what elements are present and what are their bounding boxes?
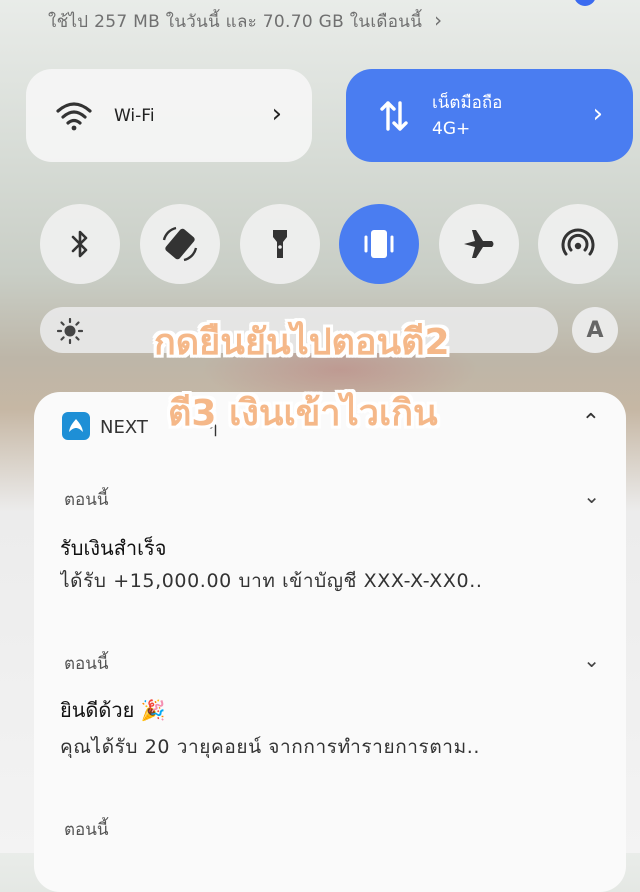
hotspot-icon bbox=[561, 228, 595, 256]
mobile-data-label: เน็ตมือถือ bbox=[432, 92, 503, 113]
flashlight-icon bbox=[273, 230, 287, 258]
wifi-label: Wi-Fi bbox=[114, 105, 155, 126]
network-type-label: 4G+ bbox=[432, 118, 471, 139]
auto-rotate-toggle[interactable] bbox=[140, 204, 220, 284]
wifi-icon bbox=[52, 94, 96, 138]
notification-title[interactable]: รับเงินสำเร็จ bbox=[60, 532, 166, 564]
auto-brightness-button[interactable]: A bbox=[572, 307, 618, 353]
overlay-caption-line1: กดยืนยันไปตอนตี2 bbox=[154, 322, 450, 363]
chevron-right-icon[interactable]: › bbox=[593, 99, 603, 129]
sun-icon bbox=[57, 318, 83, 344]
chevron-up-icon[interactable]: ⌃ bbox=[582, 410, 600, 435]
hotspot-toggle[interactable] bbox=[538, 204, 618, 284]
app-logo-icon bbox=[62, 412, 90, 440]
notification-time: ตอนนี้ bbox=[64, 490, 109, 510]
auto-rotate-icon bbox=[162, 226, 198, 262]
data-usage-row[interactable]: ใช้ไป 257 MB ในวันนี้ และ 70.70 GB ในเดื… bbox=[48, 8, 442, 35]
wifi-tile[interactable]: Wi-Fi › bbox=[26, 69, 312, 162]
mobile-data-tile[interactable]: เน็ตมือถือ 4G+ › bbox=[346, 69, 633, 162]
bluetooth-toggle[interactable] bbox=[40, 204, 120, 284]
mobile-data-icon bbox=[372, 94, 416, 138]
bluetooth-icon bbox=[71, 230, 88, 258]
chevron-right-icon[interactable]: › bbox=[272, 99, 282, 129]
notification-time: ตอนนี้ bbox=[64, 654, 109, 674]
vibrate-icon bbox=[364, 230, 394, 258]
flashlight-toggle[interactable] bbox=[240, 204, 320, 284]
data-usage-text: ใช้ไป 257 MB ในวันนี้ และ 70.70 GB ในเดื… bbox=[48, 12, 423, 32]
notification-title[interactable]: ยินดีด้วย 🎉 bbox=[60, 694, 166, 726]
status-indicator bbox=[574, 0, 596, 6]
chevron-down-icon[interactable]: ⌄ bbox=[583, 648, 600, 672]
chevron-right-icon: › bbox=[434, 8, 443, 32]
airplane-mode-icon bbox=[464, 230, 494, 258]
airplane-mode-toggle[interactable] bbox=[439, 204, 519, 284]
notification-group: NEXT ๆ ⌃ ตอนนี้ ⌄ รับเงินสำเร็จ ได้รับ +1… bbox=[34, 392, 626, 892]
vibrate-toggle[interactable] bbox=[339, 204, 419, 284]
overlay-caption-line2: ตี3 เงินเข้าไวเกิน bbox=[168, 393, 438, 434]
notification-time: ตอนนี้ bbox=[64, 820, 109, 840]
chevron-down-icon[interactable]: ⌄ bbox=[583, 484, 600, 508]
notification-body[interactable]: คุณได้รับ 20 วายุคอยน์ จากการทำรายการตาม… bbox=[60, 732, 606, 762]
notification-body[interactable]: ได้รับ +15,000.00 บาท เข้าบัญชี XXX-X-XX… bbox=[60, 566, 606, 596]
